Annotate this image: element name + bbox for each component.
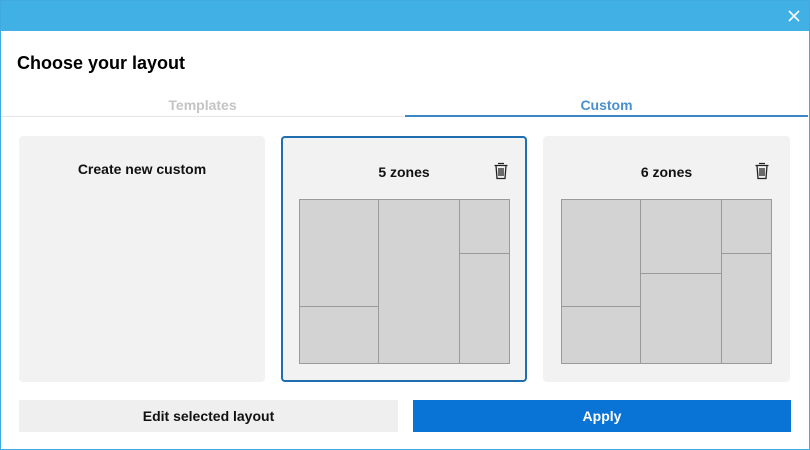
- zone: [459, 253, 510, 364]
- zone: [299, 306, 379, 364]
- zone: [561, 306, 641, 364]
- layout-card-6-zones[interactable]: 6 zones: [543, 136, 790, 382]
- zone: [561, 199, 641, 307]
- tab-custom[interactable]: Custom: [405, 97, 808, 117]
- card-title: 6 zones: [640, 164, 693, 180]
- create-new-custom-card[interactable]: Create new custom: [19, 136, 265, 382]
- title-bar: [1, 1, 809, 31]
- zone: [640, 199, 722, 274]
- zone: [721, 253, 772, 364]
- tab-templates[interactable]: Templates: [1, 97, 404, 117]
- trash-icon[interactable]: [493, 162, 509, 180]
- zone: [378, 199, 460, 364]
- card-title: 5 zones: [378, 164, 430, 180]
- zone: [640, 273, 722, 364]
- layout-editor-window: Choose your layout Templates Custom Crea…: [0, 0, 810, 450]
- card-title: Create new custom: [77, 161, 207, 177]
- apply-button[interactable]: Apply: [413, 400, 791, 432]
- layout-preview: [299, 199, 510, 364]
- zone: [299, 199, 379, 307]
- close-icon: [788, 10, 800, 22]
- layout-card-5-zones[interactable]: 5 zones: [281, 136, 527, 382]
- zone: [459, 199, 510, 254]
- edit-selected-layout-button[interactable]: Edit selected layout: [19, 400, 398, 432]
- close-button[interactable]: [779, 1, 809, 31]
- trash-icon[interactable]: [754, 162, 770, 180]
- zone: [721, 199, 772, 254]
- layout-preview: [561, 199, 772, 364]
- page-title: Choose your layout: [17, 53, 186, 73]
